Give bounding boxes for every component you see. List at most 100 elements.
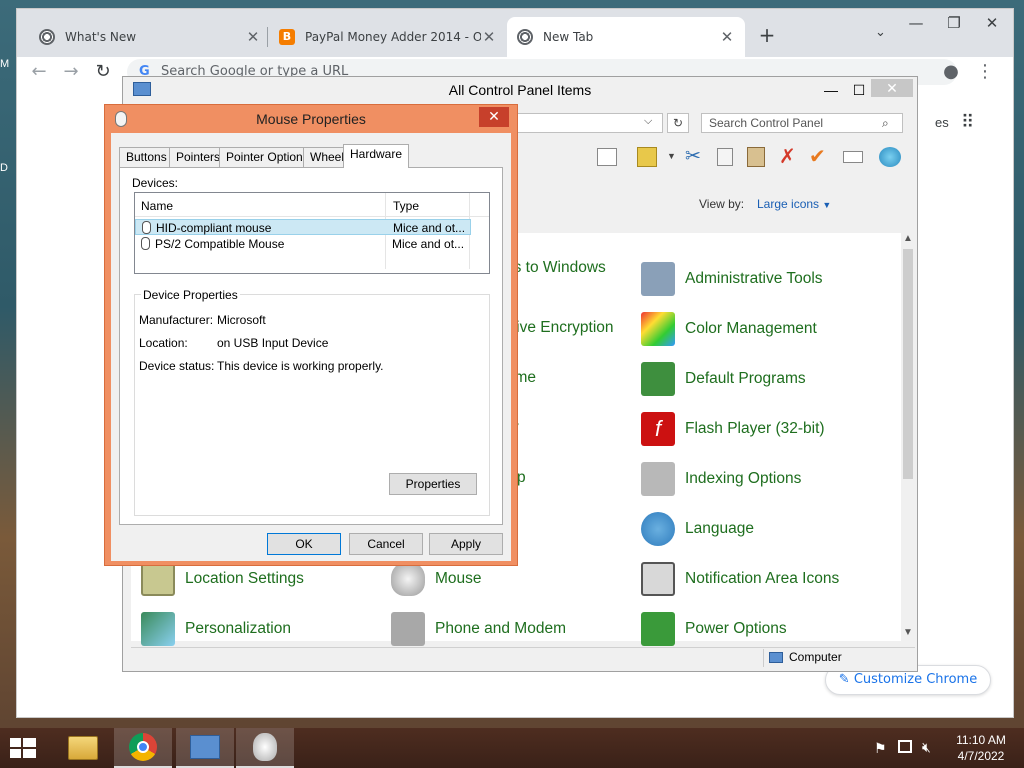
item-color-management[interactable]: Color Management: [641, 309, 817, 349]
ok-button[interactable]: OK: [267, 533, 341, 555]
item-label: Personalization: [185, 620, 291, 637]
chrome-icon: [129, 733, 157, 761]
tab-search-icon[interactable]: ⌄: [875, 25, 895, 45]
item-partial[interactable]: p: [517, 469, 526, 487]
maximize-icon[interactable]: ☐: [845, 77, 873, 103]
device-properties-group: Device Properties Manufacturer: Microsof…: [134, 288, 490, 516]
copy-icon[interactable]: [717, 148, 733, 166]
checkmark-icon[interactable]: ✔: [809, 144, 826, 169]
taskbar-mouse-properties[interactable]: [236, 728, 294, 768]
dialog-close-button[interactable]: ✕: [479, 107, 509, 127]
scroll-down-icon[interactable]: ▼: [903, 627, 913, 638]
item-phone-and-modem[interactable]: Phone and Modem: [391, 609, 566, 649]
menu-icon[interactable]: ⋮: [973, 61, 997, 83]
item-partial[interactable]: rive Encryption: [511, 319, 614, 337]
apps-grid-icon[interactable]: ⠿: [961, 113, 981, 133]
taskbar-control-panel[interactable]: [176, 728, 234, 768]
item-notification-area-icons[interactable]: Notification Area Icons: [641, 559, 839, 599]
close-window-icon[interactable]: ✕: [871, 79, 913, 97]
desktop-icon-partial[interactable]: M: [0, 58, 12, 72]
clock[interactable]: 11:10 AM 4/7/2022: [950, 732, 1012, 764]
dropdown-icon[interactable]: ▼: [667, 151, 676, 161]
item-indexing-options[interactable]: Indexing Options: [641, 459, 801, 499]
tab-buttons[interactable]: Buttons: [119, 147, 174, 167]
flag-icon[interactable]: ⚑: [874, 740, 887, 757]
minimize-icon[interactable]: —: [817, 77, 845, 103]
close-icon[interactable]: ✕: [481, 28, 497, 46]
status-divider: [763, 649, 764, 667]
chevron-down-icon[interactable]: ⌵: [644, 115, 652, 128]
profile-icon[interactable]: ●: [939, 61, 963, 83]
item-power-options[interactable]: Power Options: [641, 609, 787, 649]
status-computer: Computer: [789, 650, 842, 664]
tab-divider: [267, 27, 268, 47]
cut-icon[interactable]: ✂: [685, 145, 701, 168]
rename-icon[interactable]: [843, 151, 863, 163]
phone-icon: [391, 612, 425, 646]
address-bar[interactable]: ⌵: [511, 113, 663, 133]
paste-icon[interactable]: [747, 147, 765, 167]
mouse-icon: [115, 111, 127, 127]
item-label: Language: [685, 520, 754, 537]
device-list-header: Name Type: [135, 193, 489, 269]
volume-muted-icon[interactable]: 🔇︎: [922, 739, 931, 756]
view-by-label: View by:: [699, 197, 745, 211]
flash-icon: f: [641, 412, 675, 446]
taskbar: ⚑ 🔇︎ 11:10 AM 4/7/2022: [0, 728, 1024, 768]
tab-title: What's New: [65, 30, 137, 44]
prop-value: Microsoft: [217, 313, 266, 327]
taskbar-chrome[interactable]: [114, 728, 172, 768]
item-personalization[interactable]: Personalization: [141, 609, 291, 649]
tab-paypal[interactable]: B PayPal Money Adder 2014 - Onli ✕: [269, 17, 507, 57]
column-type[interactable]: Type: [393, 199, 419, 213]
chrome-icon: [517, 29, 533, 45]
control-panel-titlebar: All Control Panel Items — ☐ ✕: [123, 77, 917, 103]
maximize-icon[interactable]: ❐: [935, 9, 973, 39]
tab-hardware[interactable]: Hardware: [343, 144, 410, 168]
tab-new-tab[interactable]: New Tab ✕: [507, 17, 745, 57]
properties-button[interactable]: Properties: [389, 473, 477, 495]
view-by-dropdown[interactable]: Large icons ▼: [757, 197, 831, 211]
delete-icon[interactable]: ✗: [779, 144, 796, 169]
item-partial[interactable]: es to Windows: [505, 259, 606, 277]
item-default-programs[interactable]: Default Programs: [641, 359, 806, 399]
tab-whats-new[interactable]: What's New ✕: [29, 17, 271, 57]
desktop-icon-partial-2[interactable]: D: [0, 162, 12, 176]
pane-icon[interactable]: [597, 148, 617, 166]
prop-value: This device is working properly.: [217, 359, 384, 373]
chrome-icon: [39, 29, 55, 45]
new-tab-button[interactable]: +: [755, 23, 779, 47]
item-flash-player[interactable]: f Flash Player (32-bit): [641, 409, 825, 449]
minimize-icon[interactable]: —: [897, 9, 935, 39]
blogger-icon: B: [279, 29, 295, 45]
close-window-icon[interactable]: ✕: [973, 9, 1011, 39]
apply-button[interactable]: Apply: [429, 533, 503, 555]
tab-title: New Tab: [543, 30, 594, 44]
device-row[interactable]: PS/2 Compatible Mouse Mice and ot...: [135, 236, 471, 252]
scrollbar[interactable]: ▲ ▼: [901, 233, 915, 641]
close-icon[interactable]: ✕: [719, 28, 735, 46]
start-button[interactable]: [8, 737, 38, 759]
forward-icon[interactable]: →: [59, 61, 83, 83]
refresh-icon[interactable]: ↻: [667, 113, 689, 133]
network-icon[interactable]: [879, 147, 901, 167]
reload-icon[interactable]: ↻: [91, 61, 115, 83]
item-language[interactable]: Language: [641, 509, 754, 549]
computer-icon: [769, 652, 783, 663]
search-control-panel-input[interactable]: Search Control Panel ⌕: [701, 113, 903, 133]
scrollbar-thumb[interactable]: [903, 249, 913, 479]
device-row-selected[interactable]: HID-compliant mouse Mice and ot...: [135, 219, 471, 235]
tab-pointer-options[interactable]: Pointer Options: [219, 147, 316, 167]
item-administrative-tools[interactable]: Administrative Tools: [641, 259, 823, 299]
column-name[interactable]: Name: [141, 199, 173, 213]
device-list[interactable]: Name Type HID-compliant mouse Mice and o…: [134, 192, 490, 274]
network-icon[interactable]: [898, 740, 912, 753]
folder-options-icon[interactable]: [637, 147, 657, 167]
taskbar-file-explorer[interactable]: [54, 728, 112, 768]
scroll-up-icon[interactable]: ▲: [903, 233, 913, 244]
cancel-button[interactable]: Cancel: [349, 533, 423, 555]
chevron-down-icon: ▼: [822, 200, 832, 210]
page-partial-text: es: [935, 115, 949, 130]
close-icon[interactable]: ✕: [245, 28, 261, 46]
back-icon[interactable]: ←: [27, 61, 51, 83]
